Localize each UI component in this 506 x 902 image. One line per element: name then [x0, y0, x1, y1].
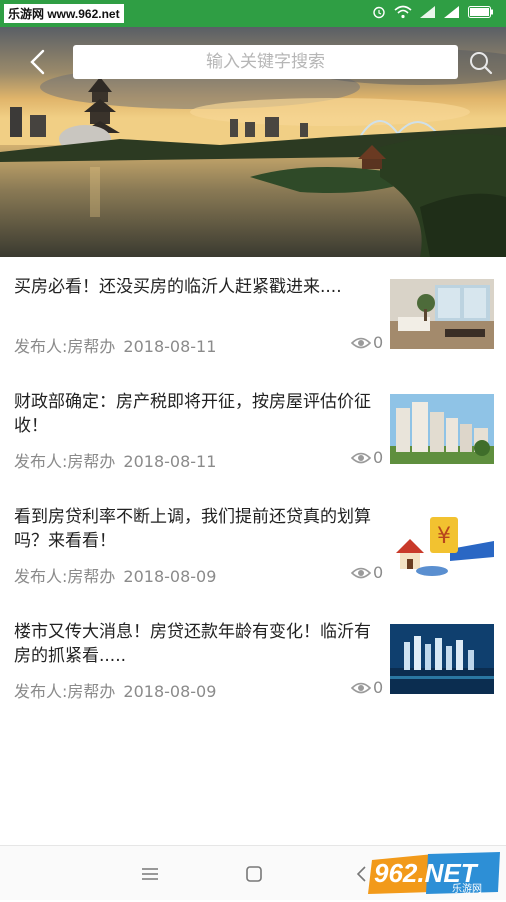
search-icon: [470, 52, 493, 75]
home-square-icon: [246, 866, 262, 882]
eye-icon: [351, 567, 371, 578]
news-meta: 发布人:房帮办 2018-08-09: [14, 563, 216, 587]
home-button[interactable]: [242, 862, 266, 886]
status-bar: 乐游网 www.962.net: [0, 0, 506, 27]
menu-icon: [142, 868, 158, 880]
view-count: 0: [351, 333, 383, 352]
signal-icon: [444, 6, 460, 18]
eye-icon: [351, 682, 371, 693]
site-logo: 962.NET 乐游网: [368, 852, 502, 898]
search-input[interactable]: [73, 45, 458, 79]
view-count-value: 0: [373, 563, 384, 582]
logo-subtext: 乐游网: [452, 882, 482, 895]
news-title: 看到房贷利率不断上调，我们提前还贷真的划算吗？来看看！: [14, 507, 371, 551]
news-thumbnail: ¥: [390, 509, 494, 579]
eye-icon: [351, 452, 371, 463]
news-item[interactable]: 楼市又传大消息！房贷还款年龄有变化！临沂有房的抓紧看..... 发布人:房帮办 2…: [0, 602, 506, 717]
publisher: 发布人:房帮办: [14, 567, 116, 586]
view-count-value: 0: [373, 333, 384, 352]
view-count: 0: [351, 678, 383, 697]
news-list: 买房必看！还没买房的临沂人赶紧戳进来.... 发布人:房帮办 2018-08-11…: [0, 257, 506, 717]
publisher: 发布人:房帮办: [14, 337, 116, 356]
back-button[interactable]: [22, 46, 54, 78]
news-thumbnail: [390, 279, 494, 349]
news-thumbnail: [390, 394, 494, 464]
view-count-value: 0: [373, 678, 384, 697]
publisher: 发布人:房帮办: [14, 452, 116, 471]
news-title: 楼市又传大消息！房贷还款年龄有变化！临沂有房的抓紧看.....: [14, 622, 371, 666]
news-title: 买房必看！还没买房的临沂人赶紧戳进来....: [14, 277, 342, 297]
menu-button[interactable]: [138, 862, 162, 886]
publisher: 发布人:房帮办: [14, 682, 116, 701]
news-item[interactable]: 买房必看！还没买房的临沂人赶紧戳进来.... 发布人:房帮办 2018-08-11…: [0, 257, 506, 372]
svg-text:¥: ¥: [437, 524, 451, 549]
eye-icon: [351, 337, 371, 348]
news-item[interactable]: 财政部确定：房产税即将开征，按房屋评估价征收！ 发布人:房帮办 2018-08-1…: [0, 372, 506, 487]
battery-icon: [468, 6, 494, 18]
news-thumbnail: [390, 624, 494, 694]
view-count: 0: [351, 563, 383, 582]
view-count: 0: [351, 448, 383, 467]
search-button[interactable]: [466, 48, 496, 78]
news-meta: 发布人:房帮办 2018-08-11: [14, 333, 216, 357]
publish-date: 2018-08-11: [123, 452, 217, 471]
status-icons: [372, 5, 494, 19]
publish-date: 2018-08-09: [123, 567, 217, 586]
news-item[interactable]: 看到房贷利率不断上调，我们提前还贷真的划算吗？来看看！ 发布人:房帮办 2018-…: [0, 487, 506, 602]
watermark: 乐游网 www.962.net: [4, 4, 124, 23]
news-meta: 发布人:房帮办 2018-08-09: [14, 678, 216, 702]
signal-icon: [420, 6, 436, 18]
publish-date: 2018-08-11: [123, 337, 217, 356]
news-title: 财政部确定：房产税即将开征，按房屋评估价征收！: [14, 392, 371, 436]
alarm-icon: [372, 5, 386, 19]
chevron-left-icon: [30, 49, 45, 75]
view-count-value: 0: [373, 448, 384, 467]
wifi-icon: [394, 5, 412, 19]
publish-date: 2018-08-09: [123, 682, 217, 701]
news-meta: 发布人:房帮办 2018-08-11: [14, 448, 216, 472]
